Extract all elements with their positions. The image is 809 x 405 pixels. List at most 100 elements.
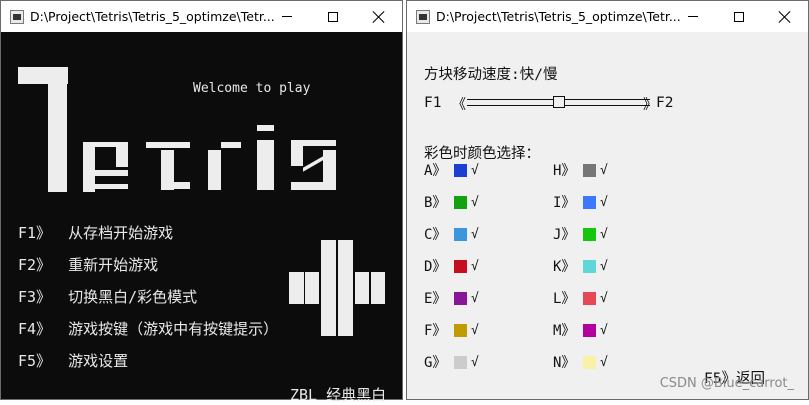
watermark: CSDN @Blue_carrot_ bbox=[659, 376, 794, 391]
title-bar[interactable]: D:\Project\Tetris\Tetris_5_optimze\Tetr.… bbox=[407, 1, 808, 32]
main-menu-window: D:\Project\Tetris\Tetris_5_optimze\Tetr.… bbox=[0, 0, 403, 404]
color-swatch bbox=[583, 195, 596, 209]
color-option-label: J》 bbox=[553, 227, 576, 243]
maximize-icon bbox=[328, 11, 338, 22]
color-option-left-2[interactable]: C》 √ bbox=[424, 224, 479, 244]
check-icon: √ bbox=[471, 194, 479, 210]
color-option-right-1[interactable]: I》 √ bbox=[553, 192, 608, 212]
check-icon: √ bbox=[471, 162, 479, 178]
color-swatch bbox=[454, 355, 467, 369]
color-option-left-6[interactable]: G》 √ bbox=[424, 352, 479, 372]
check-icon: √ bbox=[600, 194, 608, 210]
check-icon: √ bbox=[600, 258, 608, 274]
color-swatch bbox=[583, 291, 596, 305]
color-option-label: C》 bbox=[424, 227, 447, 243]
check-icon: √ bbox=[600, 226, 608, 242]
menu-key: F1》 bbox=[18, 224, 52, 242]
menu-label: 游戏按键（游戏中有按键提示） bbox=[68, 320, 279, 338]
settings-area: 方块移动速度:快/慢 F1 《 》 F2 彩色时颜色选择： A》 √ B》 √ C》 √ D… bbox=[407, 32, 808, 399]
color-option-label: B》 bbox=[424, 195, 447, 211]
color-option-right-5[interactable]: M》 √ bbox=[553, 320, 608, 340]
menu-label: 重新开始游戏 bbox=[68, 256, 159, 274]
minimize-icon bbox=[282, 16, 292, 17]
color-option-right-2[interactable]: J》 √ bbox=[553, 224, 608, 244]
close-button[interactable] bbox=[356, 1, 402, 32]
color-option-right-6[interactable]: N》 √ bbox=[553, 352, 608, 372]
check-icon: √ bbox=[471, 290, 479, 306]
settings-window: D:\Project\Tetris\Tetris_5_optimze\Tetr.… bbox=[406, 0, 809, 400]
color-option-left-3[interactable]: D》 √ bbox=[424, 256, 479, 276]
slider-thumb[interactable] bbox=[552, 96, 565, 108]
menu-key: F5》 bbox=[18, 352, 52, 370]
color-option-label: A》 bbox=[424, 163, 447, 179]
slider-right-arrow: 》 bbox=[643, 97, 657, 113]
footer-status: ZBL 经典黑白 bbox=[290, 386, 387, 404]
color-option-label: G》 bbox=[424, 355, 447, 371]
color-option-label: M》 bbox=[553, 323, 576, 339]
title-bar[interactable]: D:\Project\Tetris\Tetris_5_optimze\Tetr.… bbox=[1, 1, 402, 32]
color-option-right-4[interactable]: L》 √ bbox=[553, 288, 608, 308]
color-swatch bbox=[454, 195, 467, 209]
window-title: D:\Project\Tetris\Tetris_5_optimze\Tetr.… bbox=[30, 9, 275, 24]
close-icon bbox=[779, 11, 791, 23]
color-swatch bbox=[583, 259, 596, 273]
color-option-label: E》 bbox=[424, 291, 447, 307]
menu-item-key-help[interactable]: F4》 游戏按键（游戏中有按键提示） bbox=[18, 318, 278, 339]
minimize-button[interactable] bbox=[264, 1, 310, 32]
maximize-icon bbox=[734, 11, 744, 22]
color-swatch bbox=[454, 259, 467, 273]
color-option-label: L》 bbox=[553, 291, 576, 307]
color-option-label: H》 bbox=[553, 163, 576, 179]
welcome-text: Welcome to play bbox=[193, 81, 311, 96]
color-option-label: K》 bbox=[553, 259, 576, 275]
menu-key: F2》 bbox=[18, 256, 52, 274]
console-area: Welcome to play F1》 从存档开始游戏 F2》 重新开始游戏 F… bbox=[1, 32, 402, 404]
minimize-icon bbox=[688, 16, 698, 17]
color-option-left-0[interactable]: A》 √ bbox=[424, 160, 479, 180]
menu-key: F3》 bbox=[18, 288, 52, 306]
console-app-icon bbox=[10, 9, 24, 24]
slider-left-arrow: 《 bbox=[452, 97, 466, 113]
color-option-left-4[interactable]: E》 √ bbox=[424, 288, 479, 308]
menu-label: 切换黑白/彩色模式 bbox=[68, 288, 198, 306]
color-option-right-0[interactable]: H》 √ bbox=[553, 160, 608, 180]
color-swatch bbox=[583, 323, 596, 337]
check-icon: √ bbox=[471, 258, 479, 274]
color-option-left-5[interactable]: F》 √ bbox=[424, 320, 479, 340]
color-option-label: F》 bbox=[424, 323, 447, 339]
check-icon: √ bbox=[600, 162, 608, 178]
color-option-label: D》 bbox=[424, 259, 447, 275]
check-icon: √ bbox=[471, 322, 479, 338]
color-swatch bbox=[454, 227, 467, 241]
maximize-button[interactable] bbox=[310, 1, 356, 32]
menu-label: 游戏设置 bbox=[68, 352, 129, 370]
console-app-icon bbox=[416, 9, 430, 24]
color-swatch bbox=[454, 291, 467, 305]
check-icon: √ bbox=[600, 322, 608, 338]
close-button[interactable] bbox=[762, 1, 808, 32]
maximize-button[interactable] bbox=[716, 1, 762, 32]
check-icon: √ bbox=[471, 226, 479, 242]
color-swatch bbox=[454, 163, 467, 177]
menu-label: 从存档开始游戏 bbox=[68, 224, 174, 242]
color-swatch bbox=[583, 227, 596, 241]
menu-item-toggle-color[interactable]: F3》 切换黑白/彩色模式 bbox=[18, 286, 197, 307]
check-icon: √ bbox=[600, 290, 608, 306]
slider-max-label: F2 bbox=[656, 95, 674, 111]
color-swatch bbox=[454, 323, 467, 337]
menu-key: F4》 bbox=[18, 320, 52, 338]
menu-item-load-save[interactable]: F1》 从存档开始游戏 bbox=[18, 222, 173, 243]
menu-item-settings[interactable]: F5》 游戏设置 bbox=[18, 350, 128, 371]
color-swatch bbox=[583, 163, 596, 177]
window-title: D:\Project\Tetris\Tetris_5_optimze\Tetr.… bbox=[436, 9, 681, 24]
color-option-left-1[interactable]: B》 √ bbox=[424, 192, 479, 212]
check-icon: √ bbox=[600, 354, 608, 370]
color-option-right-3[interactable]: K》 √ bbox=[553, 256, 608, 276]
close-icon bbox=[373, 11, 385, 23]
color-option-label: N》 bbox=[553, 355, 576, 371]
speed-label: 方块移动速度:快/慢 bbox=[424, 67, 558, 83]
minimize-button[interactable] bbox=[670, 1, 716, 32]
menu-item-restart[interactable]: F2》 重新开始游戏 bbox=[18, 254, 158, 275]
color-swatch bbox=[583, 355, 596, 369]
color-option-label: I》 bbox=[553, 195, 576, 211]
